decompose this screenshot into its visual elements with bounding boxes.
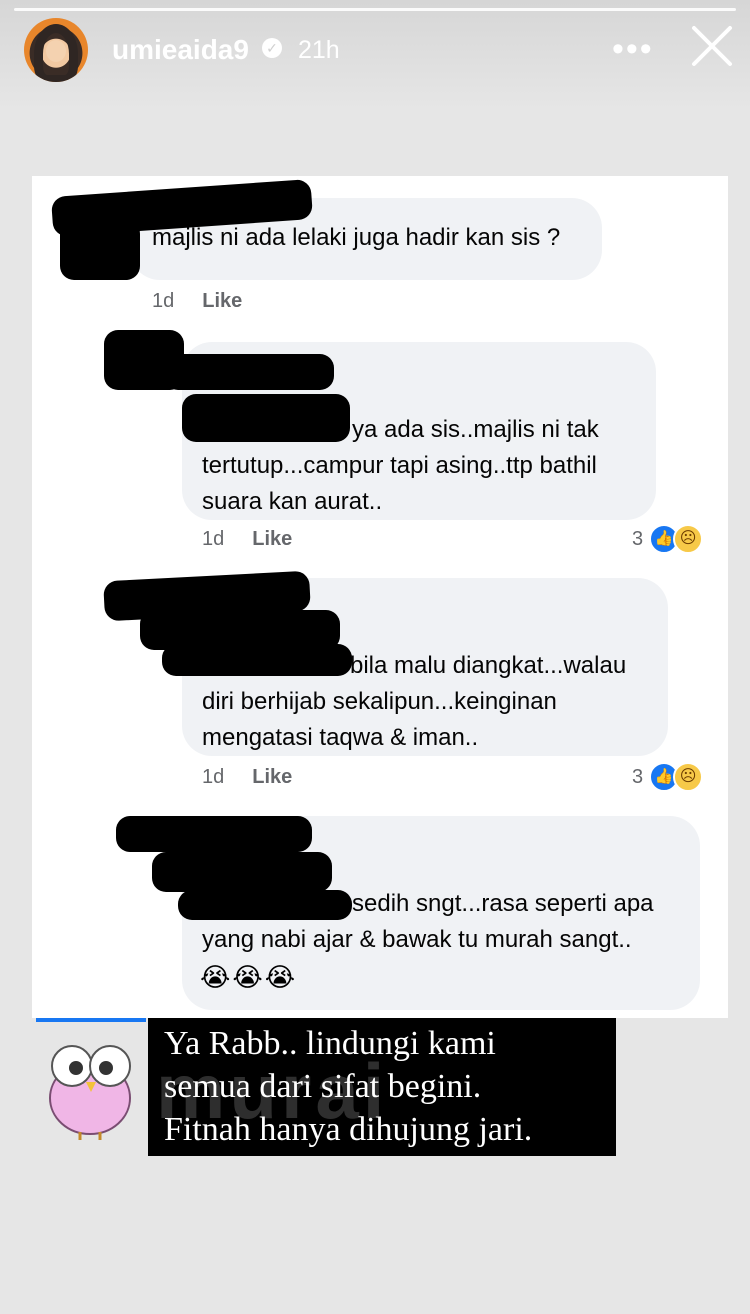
avatar[interactable]: [24, 18, 88, 82]
reaction-summary[interactable]: 3 👍 ☹: [632, 524, 704, 554]
post-time: 21h: [298, 36, 340, 64]
comment-line: mengatasi taqwa & iman..: [202, 724, 479, 751]
reaction-count: 3: [632, 527, 644, 550]
comment-time: 1d: [152, 290, 175, 312]
redacted-name: [164, 354, 334, 390]
reaction-summary[interactable]: 3 👍 ☹: [632, 762, 704, 792]
comment-line: yang nabi ajar & bawak tu murah sangt..: [202, 926, 632, 953]
comment-line: diri berhijab sekalipun...keinginan: [202, 688, 557, 715]
divider: [36, 1018, 146, 1022]
username[interactable]: umieaida9: [112, 34, 249, 66]
avatar-face: [46, 40, 66, 62]
comment-time: 1d: [202, 766, 225, 788]
redacted-name: [178, 890, 352, 920]
reaction-count: 3: [632, 765, 644, 788]
comment-text: majlis ni ada lelaki juga hadir kan sis …: [152, 224, 561, 251]
comments-screenshot: majlis ni ada lelaki juga hadir kan sis …: [32, 176, 728, 1018]
redacted-name: [116, 816, 312, 852]
comment-meta: 1d Like: [152, 290, 242, 313]
comment-line: suara kan aurat..: [202, 488, 383, 515]
redacted-name: [152, 852, 332, 892]
comment-meta: 1d Like: [202, 528, 292, 551]
sad-reaction-icon: ☹: [673, 762, 704, 792]
redacted-name: [60, 220, 140, 280]
owl-sticker-icon: [49, 1045, 131, 1140]
close-icon[interactable]: [688, 22, 736, 70]
like-link[interactable]: Like: [252, 528, 292, 550]
redacted-name: [162, 644, 352, 676]
crying-emoji-row: 😭😭😭: [200, 962, 298, 992]
comment-meta: 1d Like: [202, 766, 292, 789]
watermark: murai: [156, 1047, 389, 1135]
like-link[interactable]: Like: [252, 766, 292, 788]
sad-reaction-icon: ☹: [673, 524, 704, 554]
like-link[interactable]: Like: [202, 290, 242, 312]
story-progress-bar: [14, 8, 736, 11]
comment-time: 1d: [202, 528, 225, 550]
more-options-icon[interactable]: •••: [612, 30, 654, 69]
verified-badge-icon: ✓: [262, 38, 282, 58]
comment-line: tertutup...campur tapi asing..ttp bathil: [202, 452, 597, 479]
redacted-name: [182, 394, 350, 442]
